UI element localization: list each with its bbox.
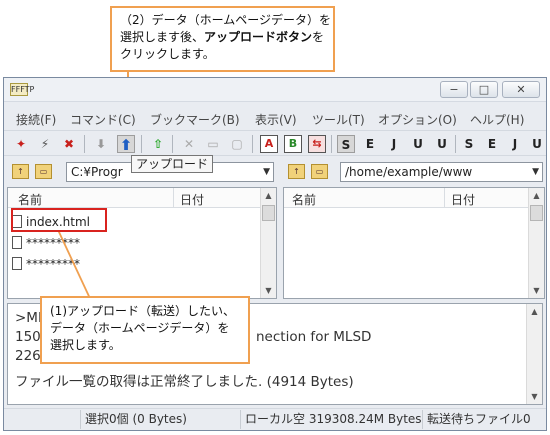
remote-path-row: ↑ ▭ /home/example/www ▼	[283, 162, 546, 184]
instruction-callout-select: (1)アップロード（転送）したい、 データ（ホームページデータ）を 選択します。	[40, 296, 250, 364]
close-button[interactable]: ✕	[502, 81, 540, 98]
toolbar-separator	[84, 135, 85, 153]
quick-connect-icon[interactable]: ⚡	[36, 135, 54, 153]
euc-button[interactable]: E	[361, 135, 379, 153]
callout-line: データ（ホームページデータ）を	[50, 321, 230, 335]
instruction-callout-upload: （2）データ（ホームページデータ）を 選択します後、アップロードボタンを クリッ…	[110, 6, 335, 72]
remote-open-folder-icon[interactable]: ▭	[311, 164, 328, 179]
upload-icon[interactable]: ⬆	[117, 135, 135, 154]
log-line-fragment: nection for MLSD	[256, 329, 372, 345]
upload-tooltip: アップロード	[131, 155, 213, 173]
column-date[interactable]: 日付	[180, 191, 204, 208]
file-icon	[12, 257, 22, 270]
log-line: 226	[15, 348, 41, 364]
download-icon[interactable]: ⬇	[92, 135, 110, 153]
log-scrollbar[interactable]: ▲ ▼	[526, 304, 542, 404]
callout-line: 選択します。	[50, 338, 121, 352]
column-divider[interactable]	[444, 188, 445, 208]
remote-file-list: 名前 日付 ▲ ▼	[283, 187, 545, 299]
chevron-down-icon[interactable]: ▼	[263, 163, 270, 181]
minimize-button[interactable]: −	[440, 81, 468, 98]
scroll-down-icon[interactable]: ▼	[529, 283, 544, 298]
remote-path-input[interactable]: /home/example/www ▼	[340, 162, 543, 182]
remote-utf8-button[interactable]: U	[528, 135, 546, 153]
toolbar-separator	[141, 135, 142, 153]
menu-help[interactable]: ヘルプ(H)	[470, 111, 524, 128]
delete-icon[interactable]: ✕	[180, 135, 198, 153]
remote-jis-button[interactable]: J	[506, 135, 524, 153]
local-open-folder-icon[interactable]: ▭	[35, 164, 52, 179]
menu-command[interactable]: コマンド(C)	[70, 111, 136, 128]
column-name[interactable]: 名前	[18, 191, 42, 208]
utf8n-button[interactable]: U	[433, 135, 451, 153]
rename-icon[interactable]: ▭	[204, 135, 222, 153]
menu-tools[interactable]: ツール(T)	[312, 111, 365, 128]
ffftp-app-icon: FFFTP	[10, 83, 35, 96]
column-name[interactable]: 名前	[292, 191, 316, 208]
make-folder-icon[interactable]: ▢	[228, 135, 246, 153]
file-icon	[12, 236, 22, 249]
title-bar: FFFTP − □ ✕	[4, 78, 546, 102]
status-selected: 選択0個 (0 Bytes)	[80, 410, 240, 429]
remote-list-header: 名前 日付	[284, 188, 528, 208]
callout-line: クリックします。	[120, 47, 215, 61]
scroll-up-icon[interactable]: ▲	[261, 188, 276, 203]
remote-scrollbar[interactable]: ▲ ▼	[528, 188, 544, 298]
toolbar-separator	[252, 135, 253, 153]
callout-line: 選択します後、アップロードボタンを	[120, 30, 325, 44]
local-list-header: 名前 日付	[8, 188, 260, 208]
remote-sjis-button[interactable]: S	[460, 135, 478, 153]
ascii-mode-button[interactable]: A	[260, 135, 278, 153]
jis-button[interactable]: J	[385, 135, 403, 153]
scroll-down-icon[interactable]: ▼	[527, 389, 542, 404]
status-local-free: ローカル空 319308.24M Bytes	[240, 410, 422, 429]
log-line: 150	[15, 329, 41, 345]
menu-connect[interactable]: 接続(F)	[16, 111, 56, 128]
toolbar-separator	[455, 135, 456, 153]
scroll-thumb[interactable]	[530, 205, 543, 221]
maximize-button[interactable]: □	[470, 81, 498, 98]
local-path-text: C:¥Progr	[71, 165, 123, 179]
auto-mode-button[interactable]: ⇆	[308, 135, 326, 153]
selected-file-highlight	[11, 208, 107, 232]
connect-icon[interactable]: ✦	[12, 135, 30, 153]
toolbar-separator	[331, 135, 332, 153]
chevron-down-icon[interactable]: ▼	[532, 163, 539, 181]
sjis-button[interactable]: S	[337, 135, 355, 153]
disconnect-icon[interactable]: ✖	[60, 135, 78, 153]
local-up-folder-icon[interactable]: ↑	[12, 164, 29, 179]
mirror-upload-icon[interactable]: ⇧	[149, 135, 167, 153]
log-line: ファイル一覧の取得は正常終了しました. (4914 Bytes)	[15, 374, 354, 390]
column-date[interactable]: 日付	[451, 191, 475, 208]
remote-euc-button[interactable]: E	[483, 135, 501, 153]
local-scrollbar[interactable]: ▲ ▼	[260, 188, 276, 298]
remote-up-folder-icon[interactable]: ↑	[288, 164, 305, 179]
scroll-thumb[interactable]	[262, 205, 275, 221]
remote-path-text: /home/example/www	[345, 165, 473, 179]
toolbar-separator	[172, 135, 173, 153]
local-file-list: 名前 日付 index.html ********* ********* ▲ ▼	[7, 187, 277, 299]
status-bar: 選択0個 (0 Bytes) ローカル空 319308.24M Bytes 転送…	[4, 408, 546, 430]
callout-line: （2）データ（ホームページデータ）を	[120, 13, 332, 27]
scroll-down-icon[interactable]: ▼	[261, 283, 276, 298]
menu-bookmark[interactable]: ブックマーク(B)	[150, 111, 240, 128]
menu-view[interactable]: 表示(V)	[255, 111, 297, 128]
status-queue: 転送待ちファイル0	[422, 410, 544, 429]
menu-bar: 接続(F) コマンド(C) ブックマーク(B) 表示(V) ツール(T) オプシ…	[4, 108, 546, 128]
binary-mode-button[interactable]: B	[284, 135, 302, 153]
scroll-up-icon[interactable]: ▲	[527, 304, 542, 319]
utf8-button[interactable]: U	[409, 135, 427, 153]
toolbar: ✦ ⚡ ✖ ⬇ ⬆ ⇧ ✕ ▭ ▢ A B ⇆ S E J U U S E J …	[4, 130, 546, 156]
column-divider[interactable]	[173, 188, 174, 208]
scroll-up-icon[interactable]: ▲	[529, 188, 544, 203]
menu-options[interactable]: オプション(O)	[378, 111, 457, 128]
callout-line: (1)アップロード（転送）したい、	[50, 304, 235, 318]
